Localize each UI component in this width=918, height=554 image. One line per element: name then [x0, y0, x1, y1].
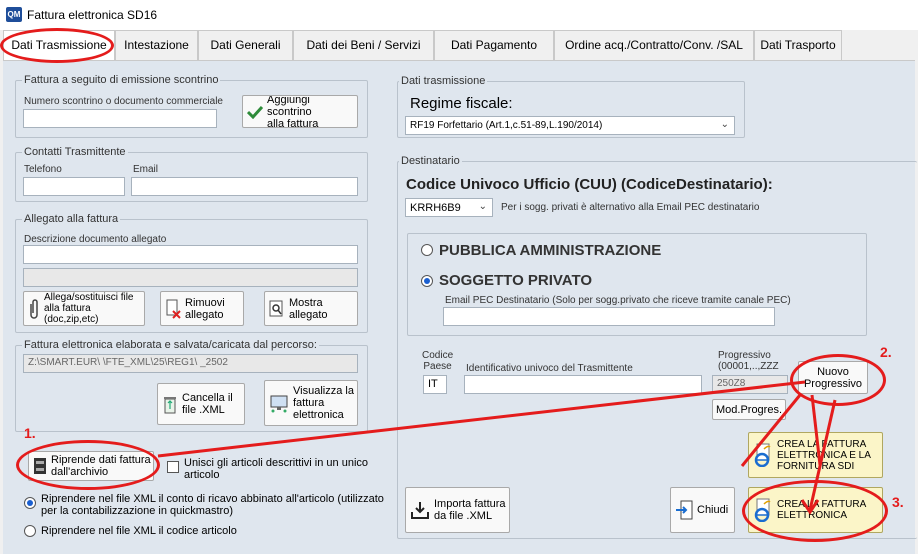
network-monitor-icon — [269, 393, 289, 413]
add-scontrino-label: Aggiungi scontrino alla fattura — [267, 95, 319, 128]
window-title: Fattura elettronica SD16 — [27, 8, 158, 22]
new-progressive-label: Nuovo Progressivo — [803, 365, 863, 390]
view-invoice-label: Visualizza la fattura elettronica — [293, 385, 354, 421]
create-invoice-label: CREA LA FATTURA ELETTRONICA — [777, 499, 867, 521]
radio-codice-articolo-label: Riprendere nel file XML il codice artico… — [41, 525, 237, 537]
tab-dati-beni-servizi[interactable]: Dati dei Beni / Servizi — [293, 30, 434, 60]
paperclip-icon — [28, 298, 40, 320]
merge-articles-checkbox[interactable] — [167, 461, 179, 473]
radio-conto-ricavo-label: Riprendere nel file XML il conto di rica… — [41, 493, 384, 517]
allegato-desc-label: Descrizione documento allegato — [24, 234, 167, 245]
chevron-down-icon: ⌄ — [478, 201, 487, 212]
progressivo-field: 250Z8 — [712, 375, 788, 394]
attach-file-label: Allega/sostituisci file alla fattura (do… — [44, 292, 134, 325]
remove-attachment-label: Rimuovi allegato — [185, 296, 225, 321]
tab-dati-trasporto[interactable]: Dati Trasporto — [754, 30, 842, 60]
show-attachment-label: Mostra allegato — [289, 296, 328, 321]
pec-label: Email PEC Destinatario (Solo per sogg.pr… — [445, 295, 791, 306]
cuu-label: Codice Univoco Ufficio (CUU) (CodiceDest… — [406, 176, 773, 193]
reload-from-archive-button[interactable]: Riprende dati fattura dall'archivio — [28, 451, 154, 481]
soggetto-privato-label: SOGGETTO PRIVATO — [439, 272, 593, 289]
id-trasmittente-input[interactable] — [464, 375, 702, 394]
show-attachment-button[interactable]: Mostra allegato — [264, 291, 358, 326]
paese-label: Codice Paese — [422, 350, 454, 372]
merge-articles-label: Unisci gli articoli descrittivi in un un… — [184, 457, 369, 481]
mod-progressive-button[interactable]: Mod.Progres. — [712, 399, 786, 420]
ie-document-icon — [753, 443, 773, 467]
create-invoice-sdi-button[interactable]: CREA LA FATTURA ELETTRONICA E LA FORNITU… — [748, 432, 883, 478]
annotation-step-3: 3. — [892, 494, 904, 510]
cuu-note: Per i sogg. privati è alternativo alla E… — [501, 202, 760, 213]
delete-xml-label: Cancella il file .XML — [182, 392, 233, 416]
create-invoice-sdi-label: CREA LA FATTURA ELETTRONICA E LA FORNITU… — [777, 438, 871, 472]
cuu-select[interactable]: KRRH6B9 ⌄ — [405, 198, 493, 217]
close-button[interactable]: Chiudi — [670, 487, 735, 533]
id-trasmittente-label: Identificativo univoco del Trasmittente — [466, 363, 633, 374]
xml-group-title: Fattura elettronica elaborata e salvata/… — [22, 339, 319, 351]
remove-file-icon — [165, 299, 181, 319]
allegato-desc-input[interactable] — [23, 245, 358, 264]
tab-dati-trasmissione[interactable]: Dati Trasmissione — [3, 30, 115, 60]
archive-cabinet-icon — [33, 457, 47, 475]
delete-xml-button[interactable]: Cancella il file .XML — [157, 383, 245, 425]
new-progressive-button[interactable]: Nuovo Progressivo — [798, 361, 868, 394]
email-label: Email — [133, 164, 159, 175]
create-invoice-button[interactable]: CREA LA FATTURA ELETTRONICA — [748, 487, 883, 533]
regime-select[interactable]: RF19 Forfettario (Art.1,c.51-89,L.190/20… — [405, 116, 735, 135]
email-input[interactable] — [131, 177, 358, 196]
tab-ordine-acquisto[interactable]: Ordine acq./Contratto/Conv. /SAL — [554, 30, 754, 60]
close-label: Chiudi — [697, 504, 729, 516]
import-xml-button[interactable]: Importa fattura da file .XML — [405, 487, 510, 533]
annotation-step-2: 2. — [880, 344, 892, 360]
contatti-group-title: Contatti Trasmittente — [22, 146, 128, 158]
tab-dati-generali[interactable]: Dati Generali — [198, 30, 293, 60]
xml-path-field: Z:\SMART.EUR\ \FTE_XML\25\REG1\ _2502 — [23, 354, 358, 373]
view-invoice-button[interactable]: Visualizza la fattura elettronica — [264, 380, 358, 426]
pec-input[interactable] — [443, 307, 775, 326]
exit-door-icon — [675, 500, 693, 520]
remove-attachment-button[interactable]: Rimuovi allegato — [160, 291, 244, 326]
radio-soggetto-privato[interactable] — [421, 275, 433, 287]
radio-codice-articolo[interactable] — [24, 525, 36, 537]
destinatario-group — [397, 161, 917, 539]
mod-progressive-label: Mod.Progres. — [715, 403, 783, 416]
attach-file-button[interactable]: Allega/sostituisci file alla fattura (do… — [23, 291, 145, 326]
chevron-down-icon: ⌄ — [720, 119, 729, 130]
recycle-bin-icon — [162, 394, 178, 414]
reload-from-archive-label: Riprende dati fattura dall'archivio — [51, 454, 151, 478]
progressivo-label: Progressivo (00001,..,ZZZ — [718, 350, 779, 372]
annotation-step-1: 1. — [24, 425, 36, 441]
scontrino-number-input[interactable] — [23, 109, 217, 128]
cuu-select-value: KRRH6B9 — [410, 202, 461, 214]
allegato-path-field — [23, 268, 358, 287]
tab-intestazione[interactable]: Intestazione — [115, 30, 198, 60]
phone-input[interactable] — [23, 177, 125, 196]
radio-pubblica-amministrazione[interactable] — [421, 244, 433, 256]
trasmissione-group-title: Dati trasmissione — [399, 75, 488, 87]
ie-document-icon — [753, 498, 773, 522]
allegato-group-title: Allegato alla fattura — [22, 213, 121, 225]
import-tray-icon — [410, 500, 430, 520]
scontrino-group-title: Fattura a seguito di emissione scontrino — [22, 74, 221, 86]
app-icon: QM — [6, 7, 22, 22]
add-scontrino-button[interactable]: Aggiungi scontrino alla fattura — [242, 95, 358, 128]
pubblica-amministrazione-label: PUBBLICA AMMINISTRAZIONE — [439, 242, 662, 259]
regime-select-value: RF19 Forfettario (Art.1,c.51-89,L.190/20… — [410, 120, 603, 131]
tab-dati-pagamento[interactable]: Dati Pagamento — [434, 30, 554, 60]
import-xml-label: Importa fattura da file .XML — [434, 498, 506, 522]
regime-label: Regime fiscale: — [410, 95, 513, 112]
paese-input[interactable]: IT — [423, 375, 447, 394]
magnifier-icon — [269, 300, 285, 318]
check-icon — [247, 105, 263, 119]
phone-label: Telefono — [24, 164, 62, 175]
radio-conto-ricavo[interactable] — [24, 497, 36, 509]
destinatario-group-title: Destinatario — [399, 155, 462, 167]
scontrino-number-label: Numero scontrino o documento commerciale — [24, 96, 223, 107]
